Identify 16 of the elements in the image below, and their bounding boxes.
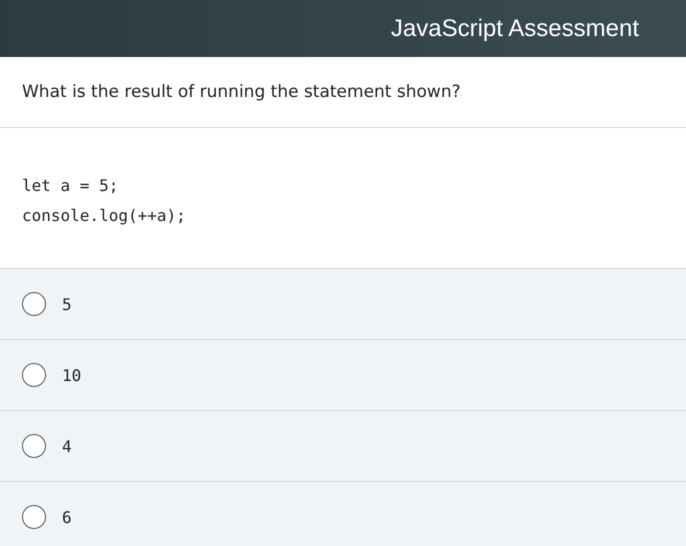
option-label: 5 [62, 294, 72, 314]
answer-option[interactable]: 5 [0, 269, 686, 340]
radio-button[interactable] [22, 505, 46, 529]
option-label: 4 [62, 436, 72, 456]
answer-option[interactable]: 10 [0, 340, 686, 411]
code-line: let a = 5; [22, 175, 120, 197]
app-title: JavaScript Assessment [390, 14, 639, 42]
code-line: console.log(++a); [22, 205, 187, 227]
answer-option[interactable]: 4 [0, 411, 686, 482]
option-label: 6 [62, 508, 72, 526]
radio-button[interactable] [22, 434, 46, 458]
answer-option[interactable]: 6 [0, 482, 686, 546]
radio-button[interactable] [22, 292, 46, 316]
option-label: 10 [62, 366, 82, 384]
radio-button[interactable] [22, 363, 46, 387]
question-text: What is the result of running the statement shown? [22, 82, 461, 102]
